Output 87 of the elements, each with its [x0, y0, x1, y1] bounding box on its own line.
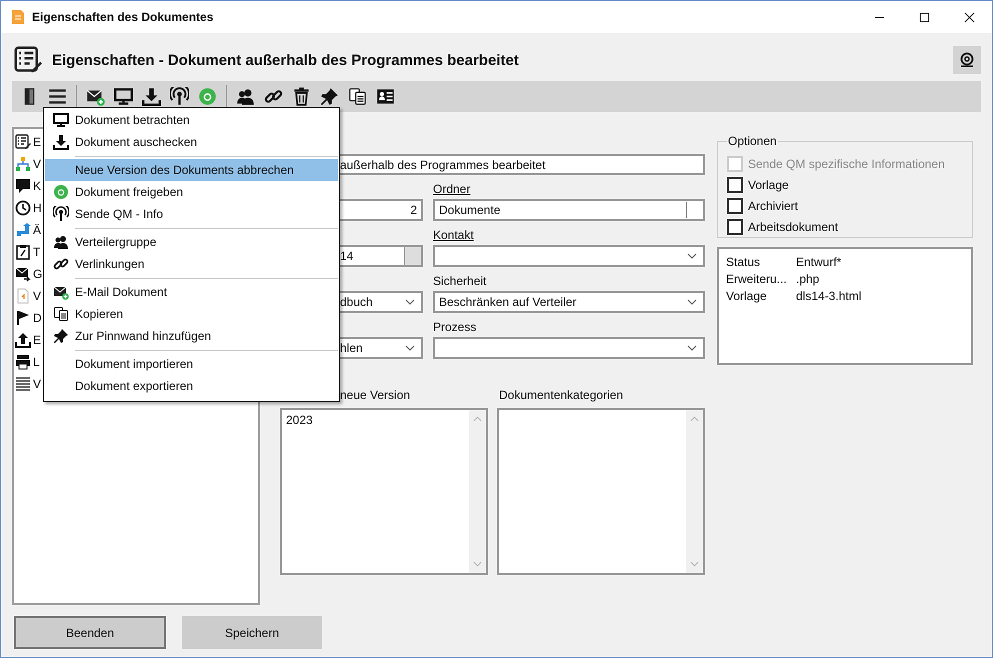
mail-arrow-icon[interactable] — [15, 266, 31, 282]
menu-item[interactable]: Neue Version des Dokuments abbrechen — [45, 159, 338, 181]
checkbox[interactable] — [727, 176, 743, 192]
sidebar-item[interactable]: G — [33, 267, 42, 281]
monitor-icon — [53, 112, 69, 128]
sidebar-item[interactable]: H — [33, 201, 42, 215]
field-label: Kontakt — [433, 228, 474, 242]
chevron-down-icon[interactable] — [687, 253, 697, 259]
speech-bubble-icon[interactable] — [15, 178, 31, 194]
input-field[interactable]: Dokumente — [433, 199, 705, 221]
property-value: dls14-3.html — [796, 288, 862, 302]
printer-icon[interactable] — [15, 354, 31, 370]
field-label: Ordner — [433, 182, 470, 196]
antenna-icon — [53, 206, 69, 222]
chevron-down-icon[interactable] — [687, 299, 697, 305]
property-value: Entwurf* — [796, 254, 842, 268]
flag-icon[interactable] — [15, 310, 31, 326]
sidebar-item[interactable]: T — [33, 245, 40, 259]
group-title: Optionen — [727, 134, 778, 148]
chevron-down-icon[interactable] — [687, 345, 697, 351]
exit-button[interactable]: Beenden — [14, 616, 166, 649]
download-icon[interactable] — [142, 87, 161, 106]
close-icon[interactable] — [964, 12, 975, 22]
menu-item[interactable]: Dokument auschecken — [45, 131, 338, 153]
window-title: Eigenschaften des Dokumentes — [32, 10, 214, 24]
dropdown[interactable]: Beschränken auf Verteiler — [433, 291, 705, 313]
property-name: Status — [726, 254, 762, 268]
list-item[interactable]: 2023 — [286, 413, 465, 427]
chevron-down-icon[interactable] — [405, 345, 415, 351]
list-label: Dokumentenkategorien — [498, 388, 624, 404]
pin-icon[interactable] — [320, 87, 339, 106]
checkbox-label[interactable]: Vorlage — [748, 178, 789, 192]
property-name: Erweiteru... — [726, 272, 788, 286]
monitor-icon[interactable] — [114, 87, 133, 106]
circle-icon[interactable] — [198, 87, 217, 106]
field-label: Prozess — [433, 320, 476, 334]
trash-icon[interactable] — [292, 87, 311, 106]
chevron-down-icon[interactable] — [405, 299, 415, 305]
users-icon[interactable] — [236, 87, 255, 106]
menu-icon[interactable] — [48, 87, 67, 106]
sidebar-item[interactable]: E — [33, 135, 42, 149]
link-icon[interactable] — [264, 87, 283, 106]
sidebar-item[interactable]: L — [33, 355, 40, 369]
sidebar-item[interactable]: V — [33, 377, 42, 391]
sidebar-item[interactable]: D — [33, 311, 42, 325]
copy-icon — [53, 306, 69, 322]
menu-item[interactable]: Dokument betrachten — [45, 109, 338, 131]
page-title: Eigenschaften - Dokument außerhalb des Programmes bearbeitet — [52, 52, 519, 68]
lifebuoy-icon — [959, 52, 975, 68]
document-icon — [10, 9, 26, 25]
checkbox-label[interactable]: Archiviert — [748, 198, 798, 212]
help-button[interactable] — [953, 46, 981, 74]
upload-icon[interactable] — [15, 332, 31, 348]
clipboard-icon[interactable] — [15, 244, 31, 260]
copy-icon[interactable] — [348, 87, 367, 106]
menu-item[interactable]: Dokument exportieren — [45, 375, 338, 397]
sidebar-item[interactable]: V — [33, 157, 42, 171]
maximize-icon[interactable] — [919, 12, 930, 22]
link-icon — [53, 256, 69, 272]
circle-icon — [53, 184, 69, 200]
edit-list-icon[interactable] — [15, 134, 31, 150]
sidebar-item[interactable]: K — [33, 179, 42, 193]
document-icon[interactable] — [15, 288, 31, 304]
checkbox-label[interactable]: Arbeitsdokument — [748, 220, 838, 234]
checkbox[interactable] — [727, 218, 743, 234]
field-label: Sicherheit — [433, 274, 486, 288]
antenna-icon[interactable] — [170, 87, 189, 106]
sidebar-item[interactable]: Ä — [33, 223, 42, 237]
sidebar-item[interactable]: V — [33, 289, 42, 303]
list-box[interactable]: 2023 — [280, 408, 488, 575]
save-button[interactable]: Speichern — [182, 616, 322, 649]
users-icon — [53, 234, 69, 250]
clock-icon[interactable] — [15, 200, 31, 216]
org-chart-icon[interactable] — [15, 156, 31, 172]
mail-icon — [53, 284, 69, 300]
list-label: neue Version — [339, 388, 412, 404]
property-value: .php — [796, 272, 820, 286]
lines-icon[interactable] — [15, 376, 31, 392]
pin-icon — [53, 328, 69, 344]
edit-list-icon — [14, 46, 42, 74]
property-name: Vorlage — [726, 288, 768, 302]
arrows-icon[interactable] — [15, 222, 31, 238]
download-icon — [53, 134, 69, 150]
sidebar-item[interactable]: E — [33, 333, 42, 347]
checkbox[interactable] — [727, 198, 743, 214]
card-icon[interactable] — [376, 87, 395, 106]
list-box[interactable] — [497, 408, 705, 575]
